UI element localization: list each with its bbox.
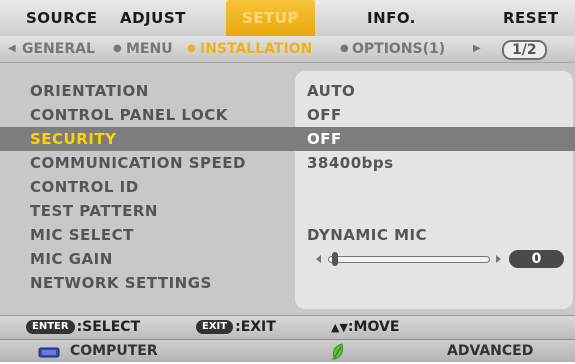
subtab-installation[interactable]: INSTALLATION bbox=[200, 36, 312, 62]
exit-key-icon: EXIT bbox=[196, 320, 234, 334]
setting-label: NETWORK SETTINGS bbox=[30, 274, 212, 292]
subtab-general[interactable]: GENERAL bbox=[22, 36, 95, 62]
menu-mode-label: ADVANCED bbox=[447, 343, 534, 359]
computer-icon bbox=[38, 346, 60, 362]
setting-value: OFF bbox=[307, 106, 342, 124]
updown-arrow-icon: ▲▼ bbox=[331, 321, 348, 334]
setting-value: AUTO bbox=[307, 82, 356, 100]
setting-row-control-id[interactable]: CONTROL ID bbox=[0, 175, 575, 199]
setting-value: OFF bbox=[307, 130, 342, 148]
help-exit-label: :EXIT bbox=[235, 319, 276, 335]
mic-gain-slider[interactable]: 0 bbox=[316, 250, 566, 268]
tab-info[interactable]: INFO. bbox=[367, 0, 416, 36]
setting-label: MIC GAIN bbox=[30, 250, 113, 268]
setting-row-communication-speed[interactable]: COMMUNICATION SPEED 38400bps bbox=[0, 151, 575, 175]
setting-row-security[interactable]: SECURITY OFF bbox=[0, 127, 575, 151]
sub-tab-bar: ◀ GENERAL ● MENU ● INSTALLATION ● OPTION… bbox=[0, 36, 575, 63]
main-tab-bar: SOURCE ADJUST SETUP INFO. RESET bbox=[0, 0, 575, 37]
setting-value: 38400bps bbox=[307, 154, 394, 172]
setting-label: MIC SELECT bbox=[30, 226, 134, 244]
setting-row-orientation[interactable]: ORIENTATION AUTO bbox=[0, 79, 575, 103]
setting-label: ORIENTATION bbox=[30, 82, 149, 100]
scroll-left-icon[interactable]: ◀ bbox=[8, 36, 16, 62]
tab-source[interactable]: SOURCE bbox=[26, 0, 98, 36]
bullet-icon: ● bbox=[187, 43, 196, 54]
subtab-menu[interactable]: MENU bbox=[126, 36, 173, 62]
setting-label: SECURITY bbox=[30, 130, 117, 148]
setting-label: CONTROL ID bbox=[30, 178, 139, 196]
increase-arrow-icon[interactable] bbox=[496, 255, 501, 263]
settings-panel: ORIENTATION AUTO CONTROL PANEL LOCK OFF … bbox=[0, 63, 575, 315]
help-enter: ENTER:SELECT bbox=[26, 316, 140, 339]
setting-row-mic-gain[interactable]: MIC GAIN 0 bbox=[0, 247, 575, 271]
setting-row-control-panel-lock[interactable]: CONTROL PANEL LOCK OFF bbox=[0, 103, 575, 127]
bullet-icon: ● bbox=[113, 43, 122, 54]
help-bar: ENTER:SELECT EXIT:EXIT ▲▼:MOVE bbox=[0, 315, 575, 339]
setting-row-network-settings[interactable]: NETWORK SETTINGS bbox=[0, 271, 575, 295]
decrease-arrow-icon[interactable] bbox=[316, 255, 321, 263]
tab-adjust[interactable]: ADJUST bbox=[120, 0, 186, 36]
slider-track[interactable] bbox=[328, 256, 490, 263]
setting-value: DYNAMIC MIC bbox=[307, 226, 428, 244]
projector-menu: SOURCE ADJUST SETUP INFO. RESET ◀ GENERA… bbox=[0, 0, 575, 362]
setting-row-test-pattern[interactable]: TEST PATTERN bbox=[0, 199, 575, 223]
enter-key-icon: ENTER bbox=[26, 320, 75, 334]
help-move-label: :MOVE bbox=[347, 319, 400, 335]
page-indicator: 1/2 bbox=[502, 40, 547, 60]
scroll-right-icon[interactable]: ▶ bbox=[473, 36, 481, 62]
help-move: ▲▼:MOVE bbox=[331, 316, 399, 339]
subtab-options-1[interactable]: OPTIONS(1) bbox=[352, 36, 445, 62]
source-label: COMPUTER bbox=[70, 343, 158, 359]
slider-thumb[interactable] bbox=[332, 252, 338, 266]
setting-label: CONTROL PANEL LOCK bbox=[30, 106, 228, 124]
tab-reset[interactable]: RESET bbox=[503, 0, 559, 36]
status-bar: COMPUTER ADVANCED bbox=[0, 339, 575, 362]
help-enter-label: :SELECT bbox=[76, 319, 141, 335]
tab-setup[interactable]: SETUP bbox=[226, 0, 315, 36]
setting-label: COMMUNICATION SPEED bbox=[30, 154, 246, 172]
bullet-icon: ● bbox=[340, 43, 349, 54]
help-exit: EXIT:EXIT bbox=[196, 316, 276, 339]
setting-label: TEST PATTERN bbox=[30, 202, 158, 220]
setting-row-mic-select[interactable]: MIC SELECT DYNAMIC MIC bbox=[0, 223, 575, 247]
slider-value: 0 bbox=[509, 250, 564, 268]
